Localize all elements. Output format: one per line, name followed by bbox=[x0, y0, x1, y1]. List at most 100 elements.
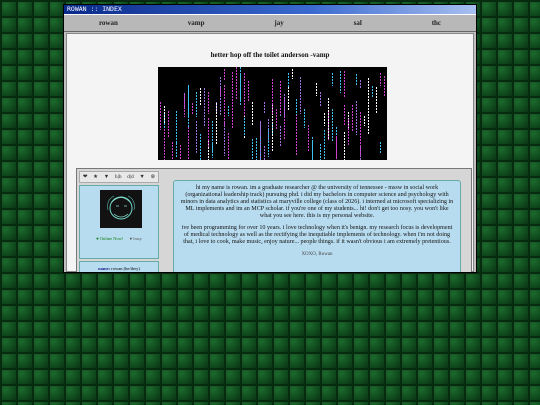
matrix-streak bbox=[364, 116, 365, 126]
toolbar-item-hb[interactable]: h|b bbox=[115, 174, 122, 180]
down-arrow-icon[interactable]: ▼ bbox=[139, 174, 144, 180]
matrix-streak bbox=[300, 77, 301, 114]
matrix-streak bbox=[368, 78, 369, 113]
matrix-streak bbox=[272, 79, 273, 114]
name-value: rowan (he/they) bbox=[111, 266, 140, 271]
matrix-streak bbox=[384, 76, 385, 97]
matrix-streak bbox=[284, 94, 285, 118]
matrix-streak bbox=[324, 113, 325, 126]
matrix-streak bbox=[212, 143, 213, 151]
matrix-streak bbox=[216, 103, 217, 145]
matrix-streak bbox=[196, 121, 197, 154]
matrix-streak bbox=[356, 74, 357, 85]
heart-icon[interactable]: ❤ bbox=[83, 174, 88, 180]
nav-rowan[interactable]: rowan bbox=[99, 19, 118, 27]
matrix-streak bbox=[232, 90, 233, 129]
matrix-streak bbox=[240, 67, 241, 105]
online-status-label: Online Now! bbox=[99, 236, 124, 241]
matrix-streak bbox=[192, 103, 193, 114]
matrix-rain-image bbox=[158, 67, 387, 160]
matrix-streak bbox=[344, 132, 345, 160]
matrix-streak bbox=[268, 129, 269, 157]
matrix-streak bbox=[180, 145, 181, 160]
matrix-streak bbox=[360, 112, 361, 156]
matrix-streak bbox=[340, 71, 341, 93]
matrix-streak bbox=[356, 101, 357, 135]
toolbar-item-dd[interactable]: d|d bbox=[127, 174, 134, 180]
avatar-panel: ● Online Now! ● busy bbox=[79, 185, 159, 259]
avatar-sketch-icon bbox=[107, 195, 135, 220]
bio-panel: hi my name is rowan. im a graduate resea… bbox=[173, 180, 461, 272]
matrix-streak bbox=[296, 99, 297, 115]
matrix-streak bbox=[344, 71, 345, 97]
bio-paragraph-2: ive been programming for over 10 years. … bbox=[181, 225, 453, 245]
star-icon[interactable]: ★ bbox=[93, 174, 98, 180]
matrix-streak bbox=[188, 127, 189, 160]
matrix-streak bbox=[332, 109, 333, 141]
matrix-streak bbox=[336, 138, 337, 159]
name-panel: name: rowan (he/they) bbox=[79, 261, 159, 272]
matrix-streak bbox=[280, 126, 281, 146]
down-arrow-icon[interactable]: ▼ bbox=[104, 174, 109, 180]
matrix-streak bbox=[188, 85, 189, 117]
matrix-streak bbox=[208, 92, 209, 114]
matrix-streak bbox=[176, 143, 177, 158]
nav-thc[interactable]: thc bbox=[432, 19, 441, 27]
matrix-streak bbox=[256, 138, 257, 160]
online-status: ● Online Now! bbox=[96, 236, 123, 241]
bio-signature: XOXO, Rowan bbox=[301, 252, 333, 257]
matrix-streak bbox=[172, 142, 173, 160]
matrix-streak bbox=[212, 121, 213, 158]
matrix-streak bbox=[288, 73, 289, 87]
matrix-streak bbox=[168, 111, 169, 138]
matrix-streak bbox=[224, 85, 225, 126]
matrix-streak bbox=[360, 80, 361, 88]
matrix-streak bbox=[200, 88, 201, 105]
matrix-streak bbox=[348, 119, 349, 146]
matrix-streak bbox=[288, 87, 289, 111]
browser-window: ROWAN :: INDEX rowan vamp jay sal thc he… bbox=[63, 4, 477, 273]
nav-sal[interactable]: sal bbox=[354, 19, 362, 27]
matrix-streak bbox=[200, 134, 201, 160]
matrix-streak bbox=[228, 106, 229, 116]
busy-status-label: busy bbox=[133, 236, 142, 241]
matrix-streak bbox=[352, 105, 353, 131]
matrix-streak bbox=[236, 67, 237, 99]
matrix-streak bbox=[260, 123, 261, 160]
matrix-streak bbox=[320, 144, 321, 160]
matrix-streak bbox=[264, 102, 265, 113]
matrix-streak bbox=[264, 146, 265, 160]
matrix-streak bbox=[280, 81, 281, 115]
matrix-streak bbox=[372, 86, 373, 98]
matrix-streak bbox=[380, 73, 381, 86]
matrix-streak bbox=[252, 139, 253, 160]
nav-vamp[interactable]: vamp bbox=[188, 19, 205, 27]
window-title: ROWAN :: INDEX bbox=[64, 5, 476, 14]
profile-sidebar: ❤ ★ ▼ h|b d|d ▼ ⊗ ● Online Now! ● busy n… bbox=[77, 169, 161, 272]
matrix-streak bbox=[220, 88, 221, 96]
matrix-streak bbox=[316, 83, 317, 96]
bio-paragraph-1: hi my name is rowan. im a graduate resea… bbox=[180, 185, 454, 219]
matrix-streak bbox=[320, 92, 321, 106]
busy-icon: ● bbox=[129, 236, 133, 241]
matrix-streak bbox=[164, 106, 165, 123]
name-label: name: bbox=[98, 266, 111, 271]
matrix-streak bbox=[292, 69, 293, 79]
nav-jay[interactable]: jay bbox=[274, 19, 283, 27]
matrix-streak bbox=[344, 105, 345, 125]
status-row: ● Online Now! ● busy bbox=[80, 236, 158, 241]
matrix-streak bbox=[276, 109, 277, 129]
matrix-streak bbox=[312, 142, 313, 160]
matrix-streak bbox=[380, 142, 381, 153]
matrix-streak bbox=[208, 118, 209, 148]
online-icon: ● bbox=[96, 236, 99, 241]
matrix-streak bbox=[376, 87, 377, 114]
matrix-streak bbox=[328, 98, 329, 139]
close-icon[interactable]: ⊗ bbox=[151, 174, 156, 180]
matrix-streak bbox=[220, 77, 221, 116]
matrix-streak bbox=[224, 122, 225, 156]
matrix-streak bbox=[252, 102, 253, 125]
matrix-streak bbox=[296, 111, 297, 155]
busy-status: ● busy bbox=[130, 236, 142, 241]
matrix-streak bbox=[164, 129, 165, 160]
